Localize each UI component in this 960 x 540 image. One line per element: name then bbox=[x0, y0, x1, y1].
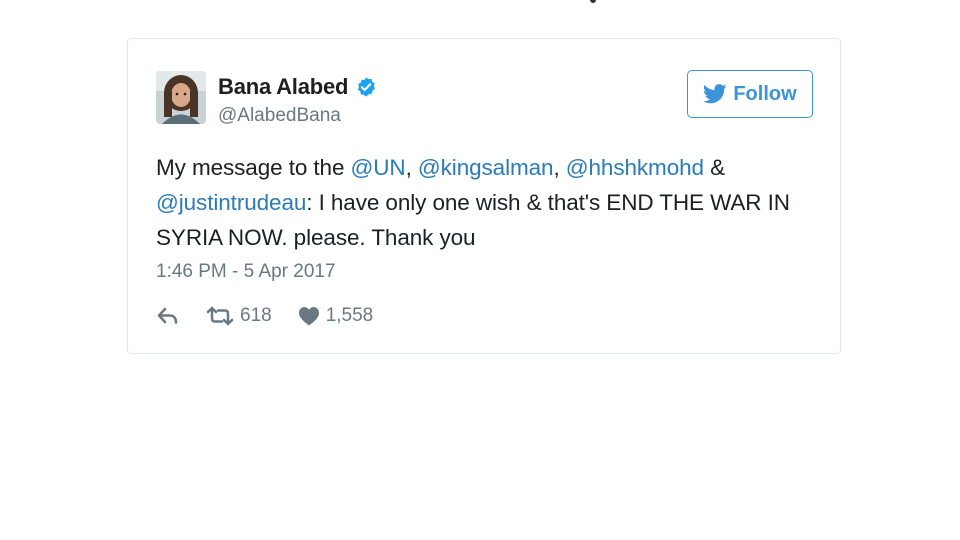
cropped-character bbox=[590, 0, 596, 3]
like-count: 1,558 bbox=[325, 305, 374, 326]
tweet-text-separator: , bbox=[553, 155, 566, 180]
reply-button[interactable] bbox=[156, 306, 180, 326]
retweet-count: 618 bbox=[240, 305, 272, 326]
retweet-button[interactable]: 618 bbox=[206, 305, 272, 327]
user-avatar-icon bbox=[156, 71, 206, 124]
verified-badge-icon bbox=[355, 76, 377, 98]
embedded-tweet-card: Bana Alabed @AlabedBana Follow My messag… bbox=[127, 38, 841, 354]
author-name-row: Bana Alabed bbox=[218, 74, 377, 100]
like-button[interactable]: 1,558 bbox=[298, 305, 374, 327]
author-handle[interactable]: @AlabedBana bbox=[218, 105, 341, 127]
tweet-text-segment: My message to the bbox=[156, 155, 351, 180]
tweet-text: My message to the @UN, @kingsalman, @hhs… bbox=[156, 150, 816, 255]
mention-link[interactable]: @hhshkmohd bbox=[566, 155, 704, 180]
avatar[interactable] bbox=[156, 71, 206, 124]
tweet-text-separator: & bbox=[703, 155, 726, 180]
tweet-actions: 618 1,558 bbox=[156, 305, 399, 327]
twitter-bird-icon bbox=[703, 84, 727, 104]
mention-link[interactable]: @justintrudeau bbox=[156, 190, 306, 215]
follow-button[interactable]: Follow bbox=[687, 70, 813, 118]
mention-link[interactable]: @kingsalman bbox=[418, 155, 554, 180]
retweet-icon bbox=[206, 306, 234, 326]
tweet-text-separator: , bbox=[405, 155, 418, 180]
tweet-timestamp[interactable]: 1:46 PM - 5 Apr 2017 bbox=[156, 261, 336, 283]
mention-link[interactable]: @UN bbox=[351, 155, 406, 180]
author-name[interactable]: Bana Alabed bbox=[218, 74, 348, 100]
heart-icon bbox=[298, 307, 319, 326]
follow-label: Follow bbox=[733, 82, 797, 105]
reply-icon bbox=[157, 307, 178, 324]
